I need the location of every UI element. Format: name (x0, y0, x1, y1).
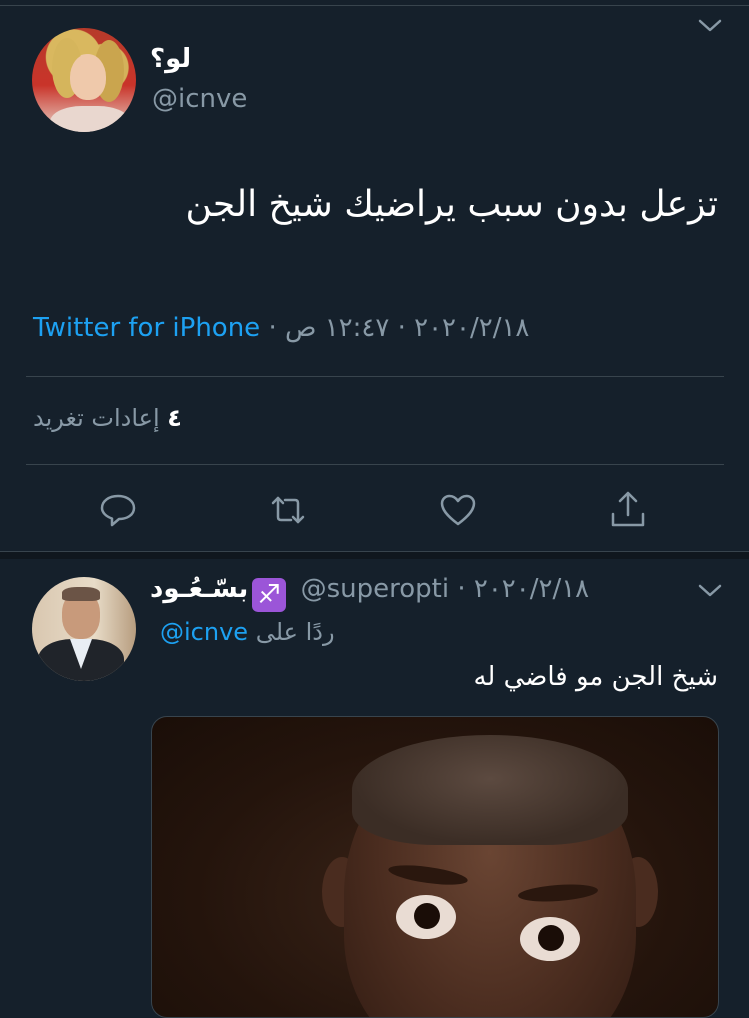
reply-icon[interactable] (98, 490, 138, 530)
tweet-text: تزعل بدون سبب يراضيك شيخ الجن (185, 184, 719, 225)
reply-avatar[interactable] (32, 577, 136, 681)
author-handle[interactable]: @icnve (152, 84, 247, 114)
tweet-source-link[interactable]: Twitter for iPhone (33, 313, 260, 343)
retweet-label: إعادات تغريد (33, 404, 160, 432)
replying-to-handle[interactable]: @icnve (160, 618, 248, 646)
chevron-down-icon[interactable] (697, 583, 723, 599)
like-icon[interactable] (438, 490, 478, 530)
reply-media-image[interactable] (151, 716, 719, 1018)
retweet-stats[interactable]: ٤ إعادات تغريد (33, 404, 182, 432)
replying-to: @icnve ردًا على (160, 618, 335, 646)
share-icon[interactable] (608, 490, 648, 530)
divider (26, 376, 724, 377)
avatar[interactable] (32, 28, 136, 132)
divider (26, 464, 724, 465)
chevron-down-icon[interactable] (697, 18, 723, 34)
meta-separator: · (457, 574, 466, 604)
reply-text: شيخ الجن مو فاضي له (473, 662, 718, 692)
replying-to-label: ردًا على (255, 618, 335, 646)
reply-header: بسّـعُـود ♐ @superopti · ٢٠٢٠/٢/١٨ (150, 574, 589, 612)
retweet-count: ٤ (167, 404, 182, 432)
reply-author-name[interactable]: بسّـعُـود (150, 574, 248, 604)
tweet-separator (0, 551, 749, 559)
reply-author-handle[interactable]: @superopti (301, 574, 449, 604)
meta-separator: · (397, 313, 406, 343)
tweet-meta: Twitter for iPhone · ٢٠٢٠/٢/١٨ · ١٢:٤٧ ص (33, 313, 529, 343)
reply-date[interactable]: ٢٠٢٠/٢/١٨ (474, 574, 589, 604)
top-border (0, 5, 749, 6)
sagittarius-icon: ♐ (252, 578, 287, 612)
tweet-date[interactable]: ٢٠٢٠/٢/١٨ (414, 313, 529, 343)
author-name[interactable]: لو؟ (150, 44, 191, 74)
retweet-icon[interactable] (268, 490, 308, 530)
tweet-time[interactable]: ١٢:٤٧ ص (285, 313, 389, 343)
meta-separator: · (268, 313, 277, 343)
